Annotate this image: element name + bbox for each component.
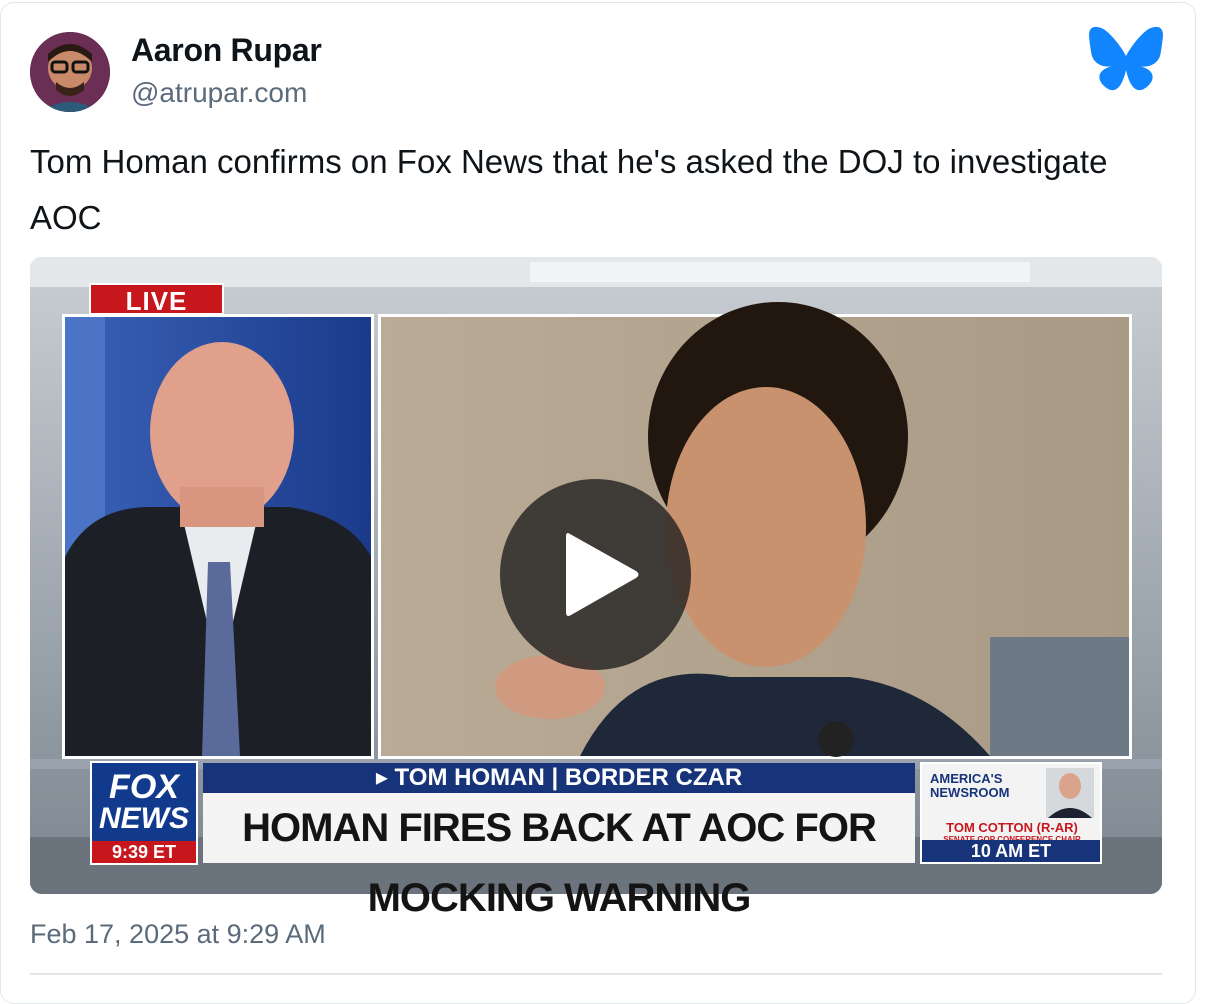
promo-guest-photo	[1046, 768, 1094, 818]
broadcast-clock: 9:39 ET	[92, 841, 196, 863]
author-name[interactable]: Aaron Rupar	[131, 32, 322, 69]
fox-news-logo: FOX NEWS 9:39 ET	[90, 761, 198, 865]
post-timestamp[interactable]: Feb 17, 2025 at 9:29 AM	[30, 919, 326, 950]
play-icon	[566, 533, 639, 616]
divider	[30, 973, 1162, 975]
post-text: Tom Homan confirms on Fox News that he's…	[30, 143, 1108, 236]
play-button[interactable]	[500, 479, 691, 670]
fox-logo-line2: NEWS	[99, 802, 189, 835]
promo-air-time: 10 AM ET	[922, 840, 1100, 862]
show-promo: AMERICA'S NEWSROOM TOM COTTON (R-AR) SEN…	[920, 762, 1102, 864]
bluesky-butterfly-icon[interactable]	[1089, 26, 1163, 94]
fox-logo-line1: FOX	[109, 768, 179, 806]
chyron-headline: HOMAN FIRES BACK AT AOC FOR MOCKING WARN…	[203, 793, 915, 920]
author-handle[interactable]: @atrupar.com	[131, 77, 307, 109]
chyron-nameplate: ▸ TOM HOMAN | BORDER CZAR	[203, 763, 915, 793]
promo-show-name: AMERICA'S NEWSROOM	[930, 771, 1010, 800]
live-badge: LIVE	[89, 283, 224, 316]
author-avatar[interactable]	[30, 32, 110, 112]
promo-guest-name: TOM COTTON (R-AR)	[946, 820, 1078, 835]
